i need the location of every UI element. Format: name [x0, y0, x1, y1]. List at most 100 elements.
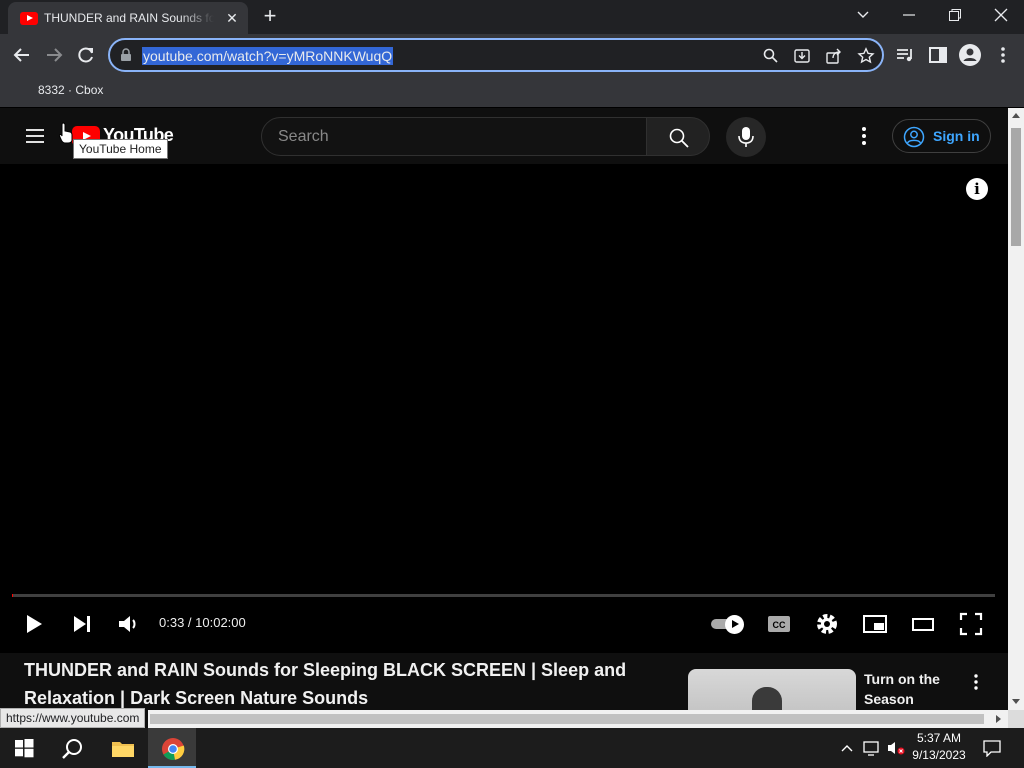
scrollbar-thumb[interactable] — [150, 714, 984, 724]
tab-search-button[interactable] — [840, 0, 886, 30]
horizontal-scrollbar[interactable] — [148, 710, 1008, 728]
arrow-right-icon — [47, 48, 63, 62]
fullscreen-button[interactable] — [957, 610, 985, 638]
progress-fill — [12, 594, 13, 597]
video-player[interactable]: i 0:33 / 10:02:00 CC — [0, 164, 1008, 653]
browser-titlebar: THUNDER and RAIN Sounds for Sleeping BLA… — [0, 0, 1024, 34]
lock-icon — [121, 48, 131, 61]
install-app-icon[interactable] — [793, 47, 811, 65]
autoplay-play-icon — [725, 615, 744, 634]
closed-captions-icon: CC — [768, 616, 790, 632]
chevron-up-icon[interactable] — [840, 742, 854, 754]
back-button[interactable] — [9, 42, 35, 68]
address-bar[interactable]: youtube.com/watch?v=yMRoNNKWuqQ — [108, 38, 884, 72]
profile-avatar-icon — [959, 44, 981, 66]
info-icon[interactable]: i — [966, 178, 988, 200]
mute-button[interactable] — [115, 610, 143, 638]
bookmarks-bar: 8332 · Cbox — [0, 76, 1024, 108]
side-panel-button[interactable] — [925, 42, 951, 68]
new-tab-button[interactable]: + — [258, 5, 282, 29]
skip-next-icon — [74, 616, 90, 632]
settings-menu-button[interactable] — [852, 124, 876, 148]
microphone-icon — [738, 127, 754, 147]
forward-button[interactable] — [41, 42, 67, 68]
gear-icon — [817, 614, 837, 634]
system-clock[interactable]: 5:37 AM 9/13/2023 — [906, 730, 972, 764]
volume-icon — [119, 616, 136, 632]
kebab-menu-icon — [862, 127, 866, 145]
miniplayer-button[interactable] — [861, 610, 889, 638]
minimize-button[interactable] — [886, 0, 932, 30]
network-icon[interactable] — [862, 740, 882, 756]
search-button[interactable] — [646, 117, 710, 156]
scroll-down-arrow-icon[interactable] — [1012, 699, 1020, 704]
link-status-bubble: https://www.youtube.com — [0, 708, 146, 728]
sign-in-label: Sign in — [933, 128, 980, 144]
theater-mode-button[interactable] — [909, 610, 937, 638]
browser-menu-button[interactable] — [990, 42, 1016, 68]
side-panel-icon — [929, 47, 947, 63]
arrow-left-icon — [13, 48, 29, 62]
start-button[interactable] — [0, 728, 48, 768]
playlist-music-icon — [897, 49, 912, 62]
scroll-up-arrow-icon[interactable] — [1012, 113, 1020, 118]
minimize-icon — [903, 14, 915, 16]
guide-menu-button[interactable] — [24, 126, 46, 146]
search-icon — [669, 128, 689, 148]
scrollbar-thumb[interactable] — [1011, 128, 1021, 246]
recommendation-title[interactable]: Turn on the Season — [864, 669, 974, 709]
search-icon — [62, 739, 82, 759]
browser-tab[interactable]: THUNDER and RAIN Sounds for Sleeping BLA… — [8, 2, 248, 34]
notifications-icon[interactable] — [982, 739, 1002, 757]
close-window-button[interactable] — [978, 0, 1024, 30]
reload-button[interactable] — [73, 42, 99, 68]
logo-tooltip: YouTube Home — [73, 139, 168, 159]
restore-button[interactable] — [932, 0, 978, 30]
media-controls-button[interactable] — [893, 42, 919, 68]
kebab-menu-icon — [1001, 47, 1005, 63]
url-text[interactable]: youtube.com/watch?v=yMRoNNKWuqQ — [142, 47, 394, 65]
tab-title: THUNDER and RAIN Sounds for Sleeping BLA… — [44, 11, 214, 25]
chevron-down-icon — [857, 11, 869, 18]
settings-button[interactable] — [813, 610, 841, 638]
star-bookmark-icon[interactable] — [857, 47, 875, 65]
next-button[interactable] — [68, 610, 96, 638]
thumbnail-portrait — [752, 687, 782, 710]
play-button[interactable] — [20, 610, 48, 638]
kebab-menu-icon — [974, 674, 978, 690]
bookmark-item[interactable]: 8332 · Cbox — [38, 83, 103, 97]
recommendation-thumbnail[interactable] — [688, 669, 856, 710]
windows-logo-icon — [15, 739, 34, 758]
browser-toolbar: youtube.com/watch?v=yMRoNNKWuqQ — [0, 34, 1024, 76]
voice-search-button[interactable] — [726, 117, 766, 157]
search-icon[interactable] — [762, 47, 780, 65]
clock-date: 9/13/2023 — [912, 748, 966, 762]
windows-taskbar: 5:37 AM 9/13/2023 — [0, 728, 1024, 768]
volume-muted-icon[interactable] — [886, 740, 906, 756]
scroll-right-arrow-icon[interactable] — [996, 715, 1001, 723]
hamburger-menu-icon — [26, 129, 44, 143]
youtube-header: YouTube YouTube Home Search Sign in — [0, 108, 1008, 164]
recommendation-menu-button[interactable] — [966, 672, 986, 692]
screen: THUNDER and RAIN Sounds for Sleeping BLA… — [0, 0, 1024, 768]
hand-cursor-icon — [58, 122, 73, 144]
video-title: THUNDER and RAIN Sounds for Sleeping BLA… — [24, 660, 627, 708]
time-display: 0:33 / 10:02:00 — [159, 615, 246, 630]
scrollbar-corner — [1008, 710, 1024, 728]
search-placeholder: Search — [278, 128, 329, 145]
share-icon[interactable] — [825, 47, 843, 65]
search-box[interactable]: Search — [261, 117, 647, 156]
profile-button[interactable] — [957, 42, 983, 68]
autoplay-toggle[interactable] — [711, 614, 745, 634]
tab-close-icon[interactable]: ✕ — [223, 9, 241, 27]
chrome-taskbar-button[interactable] — [148, 728, 196, 768]
subtitles-button[interactable]: CC — [765, 610, 793, 638]
taskbar-search-button[interactable] — [48, 728, 96, 768]
reload-icon — [78, 47, 93, 63]
progress-bar[interactable] — [12, 594, 995, 597]
file-explorer-button[interactable] — [98, 728, 146, 768]
vertical-scrollbar[interactable] — [1008, 108, 1024, 710]
theater-mode-icon — [912, 618, 934, 631]
miniplayer-icon — [863, 615, 887, 633]
sign-in-button[interactable]: Sign in — [892, 119, 991, 153]
